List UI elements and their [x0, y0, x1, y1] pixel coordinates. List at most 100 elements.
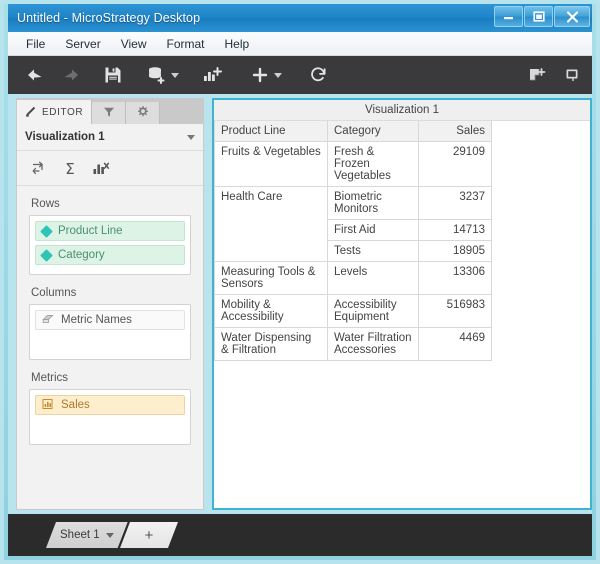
table-row[interactable]: Fruits & Vegetables Fresh & Frozen Veget… [214, 141, 492, 187]
gear-icon [136, 105, 149, 121]
pill-metric-names-label: Metric Names [61, 314, 132, 326]
visualization-panel[interactable]: Visualization 1 Product Line Category Sa… [212, 98, 592, 510]
cell-category: Tests [327, 240, 419, 262]
metric-icon [42, 398, 54, 413]
table-row[interactable]: Mobility & Accessibility Accessibility E… [214, 294, 492, 328]
visualization-type-icon[interactable] [92, 160, 110, 177]
cell-category: Water Filtration Accessories [327, 327, 419, 361]
totals-icon[interactable]: Σ [62, 160, 78, 177]
columns-dropzone[interactable]: Metric Names [29, 304, 191, 360]
add-dataset-caret-icon[interactable] [171, 72, 179, 78]
rows-dropzone[interactable]: Product Line Category [29, 215, 191, 275]
rows-zone: Rows Product Line Category [17, 186, 203, 275]
columns-zone-label: Columns [31, 287, 77, 299]
pill-product-line[interactable]: Product Line [35, 221, 185, 241]
cell-product-line: Mobility & Accessibility [214, 294, 328, 328]
cell-sales: 516983 [418, 294, 492, 328]
rows-zone-label: Rows [31, 198, 60, 210]
close-button[interactable] [554, 6, 590, 27]
editor-panel: EDITOR Visualization 1 Σ Rows Product Li… [16, 98, 204, 510]
save-icon[interactable] [98, 60, 128, 90]
menu-file[interactable]: File [16, 34, 55, 54]
add-dataset-group[interactable] [142, 60, 187, 90]
cell-product-line: Fruits & Vegetables [214, 141, 328, 187]
window-controls [494, 6, 590, 27]
present-icon[interactable] [558, 60, 588, 90]
swap-rows-columns-icon[interactable] [31, 160, 48, 177]
application-window: Untitled - MicroStrategy Desktop File Se… [0, 0, 600, 564]
cell-sales: 3237 [418, 186, 492, 220]
undo-icon[interactable] [20, 60, 50, 90]
cell-sales: 18905 [418, 240, 492, 262]
menu-server[interactable]: Server [55, 34, 110, 54]
pill-metric-names[interactable]: Metric Names [35, 310, 185, 330]
toolbar-right-group [522, 56, 588, 94]
column-header-category[interactable]: Category [327, 121, 419, 142]
metric-names-icon [42, 313, 54, 328]
metrics-dropzone[interactable]: Sales [29, 389, 191, 445]
editor-subheader[interactable]: Visualization 1 [17, 124, 203, 151]
menu-help[interactable]: Help [215, 34, 260, 54]
metrics-zone: Metrics Sales [17, 360, 203, 445]
cell-category: First Aid [327, 219, 419, 241]
cell-sales: 29109 [418, 141, 492, 187]
new-document-icon[interactable] [522, 60, 552, 90]
pill-category[interactable]: Category [35, 245, 185, 265]
title-bar: Untitled - MicroStrategy Desktop [8, 4, 592, 32]
cell-product-line: Health Care [214, 186, 328, 262]
pill-category-label: Category [58, 249, 105, 261]
svg-text:Σ: Σ [65, 160, 74, 177]
visualization-title: Visualization 1 [214, 100, 590, 121]
menu-format[interactable]: Format [156, 34, 214, 54]
cell-category: Accessibility Equipment [327, 294, 419, 328]
insert-icon[interactable] [245, 60, 275, 90]
main-toolbar [8, 56, 592, 94]
bottom-bar: Sheet 1 + [8, 514, 592, 556]
tab-properties[interactable] [126, 102, 161, 124]
attribute-diamond-icon [40, 224, 53, 238]
columns-zone: Columns Metric Names [17, 275, 203, 360]
maximize-button[interactable] [524, 6, 553, 27]
table-row[interactable]: Health Care Biometric Monitors 3237 [214, 186, 492, 262]
tab-editor[interactable]: EDITOR [17, 100, 93, 124]
sheet-tab-sheet-1[interactable]: Sheet 1 [46, 522, 128, 548]
column-header-sales[interactable]: Sales [418, 121, 492, 142]
plus-icon: + [144, 526, 154, 544]
cell-sales: 4469 [418, 327, 492, 361]
cell-category: Fresh & Frozen Vegetables [327, 141, 419, 187]
grid-header-row: Product Line Category Sales [214, 121, 492, 142]
menu-view[interactable]: View [111, 34, 157, 54]
work-area: EDITOR Visualization 1 Σ Rows Product Li… [8, 94, 592, 514]
editor-subheader-title: Visualization 1 [25, 131, 105, 143]
attribute-diamond-icon [40, 248, 53, 262]
visualization-body: Product Line Category Sales Fruits & Veg… [214, 121, 590, 508]
add-sheet-button[interactable]: + [120, 522, 178, 548]
table-row[interactable]: Measuring Tools & Sensors Levels 13306 [214, 261, 492, 295]
cell-sales: 14713 [418, 219, 492, 241]
menu-bar: File Server View Format Help [8, 32, 592, 56]
column-header-product-line[interactable]: Product Line [214, 121, 328, 142]
table-row[interactable]: Water Dispensing & Filtration Water Filt… [214, 327, 492, 361]
refresh-icon[interactable] [304, 60, 334, 90]
pill-sales-label: Sales [61, 399, 90, 411]
insert-caret-icon[interactable] [274, 72, 282, 78]
cell-product-line: Measuring Tools & Sensors [214, 261, 328, 295]
chevron-down-icon[interactable] [187, 134, 195, 140]
filter-icon [103, 106, 115, 121]
minimize-button[interactable] [494, 6, 523, 27]
sheet-tab-label: Sheet 1 [60, 529, 100, 541]
add-dataset-icon[interactable] [142, 60, 172, 90]
cell-product-line: Water Dispensing & Filtration [214, 327, 328, 361]
insert-group[interactable] [245, 60, 290, 90]
cell-sales: 13306 [418, 261, 492, 295]
pencil-icon [25, 105, 37, 120]
tab-editor-label: EDITOR [42, 106, 84, 118]
tab-filters[interactable] [92, 102, 127, 124]
metrics-zone-label: Metrics [31, 372, 69, 384]
editor-panel-tabs: EDITOR [17, 98, 203, 124]
add-visualization-icon[interactable] [197, 60, 227, 90]
pill-sales[interactable]: Sales [35, 395, 185, 415]
pill-product-line-label: Product Line [58, 225, 123, 237]
sheet-menu-caret-icon[interactable] [106, 533, 114, 538]
redo-icon[interactable] [56, 60, 86, 90]
